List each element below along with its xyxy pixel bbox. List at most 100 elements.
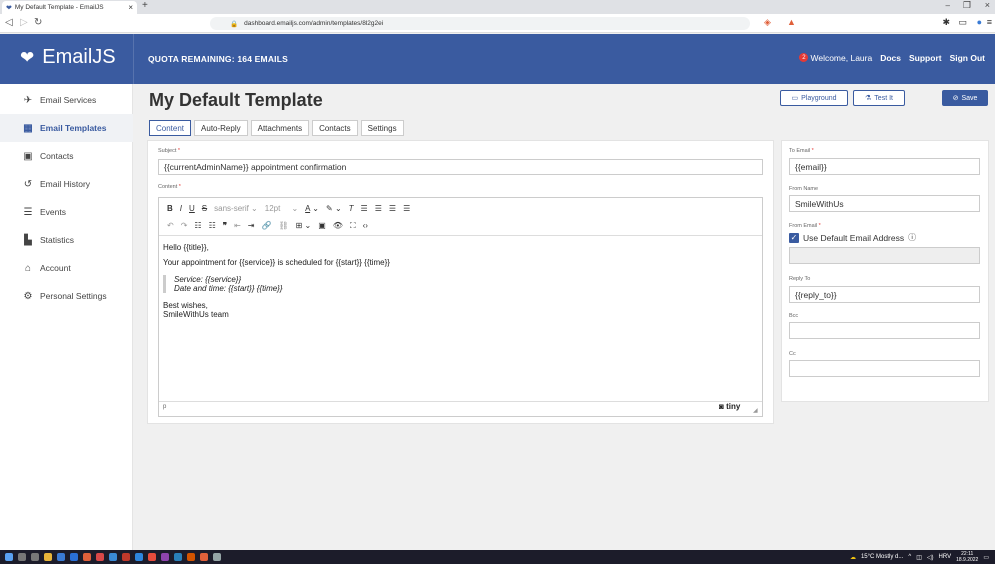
font-size-select[interactable]: 12pt ⌄ [265,204,298,213]
sidebar-item-events[interactable]: ☰ Events [0,198,133,226]
sidebar-item-email-templates[interactable]: ▦ Email Templates [0,114,133,142]
sidebar-item-contacts[interactable]: ▣ Contacts [0,142,133,170]
tab-attachments[interactable]: Attachments [250,120,310,136]
vscode-icon[interactable] [174,553,182,561]
reload-icon[interactable]: ↻ [34,17,42,28]
tab-auto-reply[interactable]: Auto-Reply [194,120,248,136]
extensions-icon[interactable]: ✱ [942,17,950,28]
font-family-select[interactable]: sans-serif ⌄ [214,204,258,213]
preview-icon[interactable]: 👁 [333,221,343,230]
element-path[interactable]: p [163,404,166,410]
notifications-icon[interactable]: ▭ [983,554,989,561]
align-justify-icon[interactable]: ☰ [403,204,410,213]
close-window-icon[interactable]: × [985,0,990,10]
italic-icon[interactable]: I [180,204,182,213]
sidebar-item-personal-settings[interactable]: ⚙ Personal Settings [0,282,133,310]
sign-out-link[interactable]: Sign Out [950,53,985,63]
app-icon[interactable] [213,553,221,561]
subject-input[interactable]: {{currentAdminName}} appointment confirm… [158,159,763,175]
link-icon[interactable]: 🔗 [261,221,271,230]
app-icon[interactable] [96,553,104,561]
docs-link[interactable]: Docs [880,53,901,63]
minimize-window-icon[interactable]: – [946,1,950,10]
sidebar-toggle-icon[interactable]: ▭ [958,17,967,28]
app-icon[interactable] [200,553,208,561]
windows-start-icon[interactable] [5,553,13,561]
support-link[interactable]: Support [909,53,942,63]
text-color-icon[interactable]: A ⌄ [305,204,319,213]
task-view-icon[interactable] [31,553,39,561]
back-icon[interactable]: ◁ [5,17,13,28]
language-indicator[interactable]: HRV [939,554,952,560]
brave-icon[interactable] [83,553,91,561]
app-icon[interactable] [109,553,117,561]
app-icon[interactable] [161,553,169,561]
table-icon[interactable]: ⊞ ⌄ [296,221,312,230]
code-icon[interactable]: ‹› [363,221,368,230]
unlink-icon[interactable]: ⛓ [278,221,288,230]
brave-shield-icon[interactable]: ◈ [764,17,771,28]
tab-content[interactable]: Content [149,120,192,136]
brand-logo[interactable]: ❤ EmailJS [20,46,116,69]
brave-rewards-icon[interactable]: ▲ [787,17,796,27]
file-explorer-icon[interactable] [44,553,52,561]
tray-chevron-icon[interactable]: ^ [908,554,911,560]
editor-body[interactable]: Hello {{title}}, Your appointment for {{… [163,243,758,383]
app-icon[interactable] [135,553,143,561]
bcc-input[interactable] [789,322,980,339]
sidebar-item-email-history[interactable]: ↺ Email History [0,170,133,198]
indent-icon[interactable]: ⇥ [248,221,255,230]
bullet-list-icon[interactable]: ☷ [194,221,201,230]
numbered-list-icon[interactable]: ☷ [209,221,216,230]
sidebar-item-email-services[interactable]: ✈ Email Services [0,86,133,114]
store-icon[interactable] [57,553,65,561]
clock[interactable]: 22:11 18.9.2022 [956,551,978,563]
app-icon[interactable] [148,553,156,561]
welcome-user[interactable]: 2 Welcome, Laura [799,53,872,63]
highlight-icon[interactable]: ✎ ⌄ [326,204,342,213]
tab-contacts[interactable]: Contacts [312,120,358,136]
blockquote-icon[interactable]: ❞ [223,221,227,230]
app-icon[interactable] [187,553,195,561]
close-tab-icon[interactable]: × [128,3,133,12]
search-icon[interactable] [18,553,26,561]
tiny-brand[interactable]: ◙ tiny [719,402,740,411]
align-center-icon[interactable]: ☰ [375,204,382,213]
sidebar-item-account[interactable]: ⌂ Account [0,254,133,282]
align-left-icon[interactable]: ☰ [361,204,368,213]
help-icon[interactable]: ⓘ [908,232,916,243]
new-tab-button[interactable]: + [142,0,148,11]
save-button[interactable]: ⊘ Save [942,90,988,106]
forward-icon[interactable]: ▷ [20,17,28,28]
maximize-window-icon[interactable]: ❐ [963,0,971,11]
url-field[interactable]: 🔒 dashboard.emailjs.com/admin/templates/… [210,17,750,30]
app-icon[interactable] [122,553,130,561]
playground-button[interactable]: ▭ Playground [780,90,848,106]
test-it-button[interactable]: ⚗ Test It [853,90,905,106]
wallet-icon[interactable]: ● [977,17,982,27]
from-name-input[interactable]: SmileWithUs [789,195,980,212]
mail-icon[interactable] [70,553,78,561]
browser-menu-icon[interactable]: ≡ [987,17,992,27]
redo-icon[interactable]: ↷ [181,221,188,230]
strikethrough-icon[interactable]: S [202,204,207,213]
outdent-icon[interactable]: ⇤ [234,221,241,230]
fullscreen-icon[interactable]: ⛶ [350,221,356,231]
tab-settings[interactable]: Settings [360,120,404,136]
sidebar-item-statistics[interactable]: ▙ Statistics [0,226,133,254]
use-default-checkbox[interactable]: ✓ [789,232,799,243]
clear-format-icon[interactable]: T [349,204,354,213]
cc-input[interactable] [789,360,980,377]
weather-text[interactable]: 15°C Mostly d... [861,554,903,560]
align-right-icon[interactable]: ☰ [389,204,396,213]
browser-tab[interactable]: ❤ My Default Template - EmailJS × [2,1,137,14]
media-icon[interactable]: ▣ [318,221,326,230]
reply-to-input[interactable]: {{reply_to}} [789,286,980,303]
bold-icon[interactable]: B [167,204,173,213]
resize-handle-icon[interactable]: ◢ [753,407,758,414]
network-icon[interactable]: ◫ [916,554,922,561]
undo-icon[interactable]: ↶ [167,221,174,230]
underline-icon[interactable]: U [189,204,195,213]
to-email-input[interactable]: {{email}} [789,158,980,175]
volume-icon[interactable]: ◁) [927,554,934,561]
